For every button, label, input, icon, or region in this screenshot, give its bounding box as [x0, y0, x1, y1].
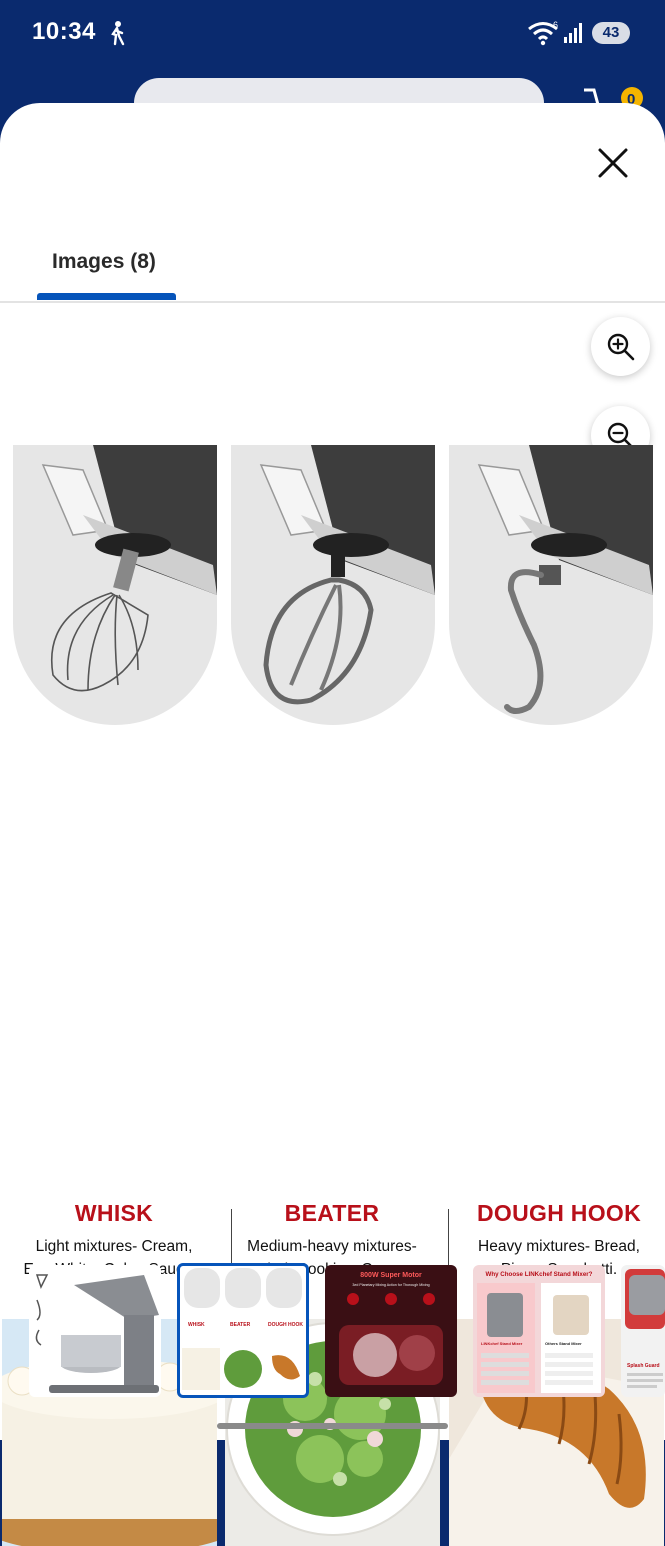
dough-hook-illustration: [449, 445, 653, 725]
thumbnail-comparison[interactable]: Why Choose LINKchef Stand Mixer? LINKche…: [473, 1265, 605, 1397]
svg-text:Splash Guard: Splash Guard: [627, 1363, 660, 1369]
home-indicator[interactable]: [217, 1423, 448, 1429]
walking-icon: [111, 21, 125, 46]
status-bar: 10:34 6 43: [0, 0, 665, 70]
svg-text:Why Choose LINKchef Stand Mixe: Why Choose LINKchef Stand Mixer?: [486, 1271, 593, 1278]
tab-active-indicator: [37, 293, 176, 300]
thumbnail-splash-guard[interactable]: Splash Guard: [621, 1265, 665, 1397]
close-icon[interactable]: [595, 145, 631, 181]
tab-divider: [0, 301, 665, 303]
zoom-in-icon: [607, 333, 634, 360]
status-time: 10:34: [32, 18, 96, 45]
thumbnail-stand-mixer[interactable]: [29, 1265, 161, 1397]
svg-text:DOUGH HOOK: DOUGH HOOK: [268, 1322, 303, 1328]
beater-title: BEATER: [284, 1200, 380, 1226]
whisk-title: WHISK: [74, 1200, 154, 1226]
dough-hook-title: DOUGH HOOK: [477, 1200, 641, 1226]
main-product-image[interactable]: WHISK Light mixtures- Cream, Egg White, …: [0, 440, 665, 1546]
thumbnail-attachments[interactable]: WHISK BEATER DOUGH HOOK: [177, 1263, 309, 1398]
svg-text:6: 6: [553, 20, 558, 30]
svg-text:WHISK: WHISK: [188, 1322, 205, 1328]
whisk-illustration: [13, 445, 217, 725]
svg-text:BEATER: BEATER: [230, 1322, 251, 1328]
svg-text:LINKchef Stand Mixer: LINKchef Stand Mixer: [481, 1341, 523, 1346]
thumbnail-strip: WHISK BEATER DOUGH HOOK 800W Super Motor…: [0, 1262, 665, 1402]
wifi-icon: 6: [528, 20, 558, 46]
svg-text:3ed Planetary Mixing Action fo: 3ed Planetary Mixing Action for Thorough…: [352, 1283, 429, 1287]
zoom-in-button[interactable]: [591, 317, 650, 376]
beater-illustration: [231, 445, 435, 725]
svg-text:Others Stand Mixer: Others Stand Mixer: [545, 1341, 582, 1346]
svg-text:800W Super Motor: 800W Super Motor: [360, 1272, 422, 1279]
tab-images[interactable]: Images (8): [52, 250, 156, 274]
signal-icon: [564, 23, 582, 43]
thumbnail-motor[interactable]: 800W Super Motor 3ed Planetary Mixing Ac…: [325, 1265, 457, 1397]
battery-indicator: 43: [592, 22, 630, 44]
